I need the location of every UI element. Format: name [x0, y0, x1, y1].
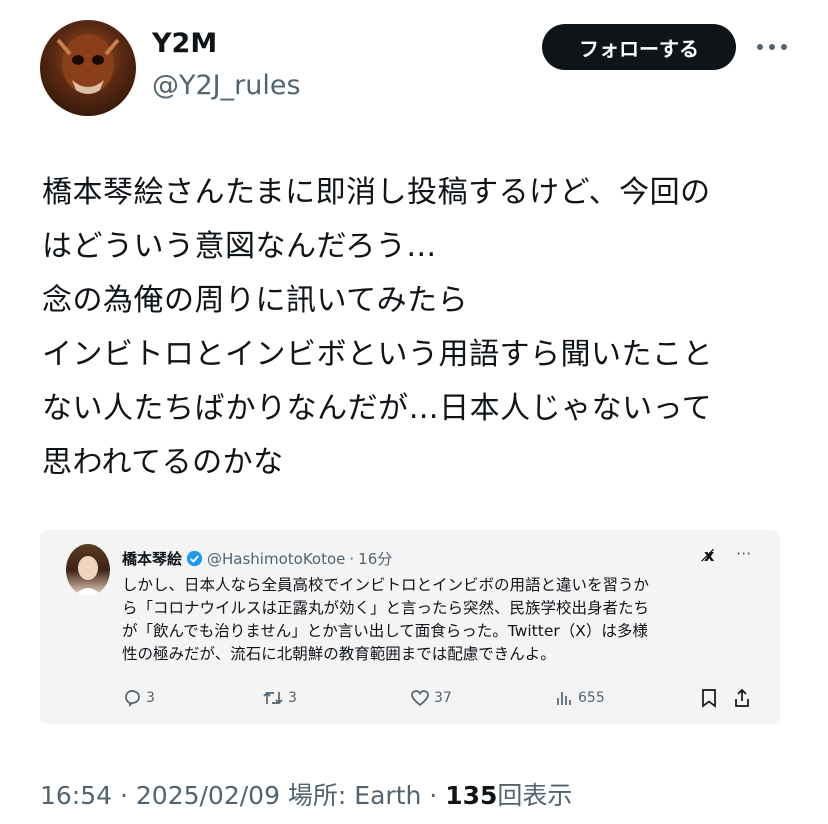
views-count: 655 [578, 690, 605, 706]
quoted-post-time: 16分 [358, 550, 393, 568]
tweet-text-line: はどういう意図なんだろう… [42, 229, 437, 264]
more-dots-icon [757, 44, 787, 50]
views-chart-icon [557, 692, 571, 705]
avatar-image [56, 34, 120, 94]
post-views-count: 135 [445, 781, 498, 810]
share-icon [735, 688, 749, 707]
quoted-reply-action: 3 [122, 688, 155, 708]
quoted-text-line: が「飲んでも治りません」とか言い出して面食らった。Twitter（X）は多様 [122, 622, 648, 640]
quoted-text-line: ら「コロナウイルスは正露丸が効く」と言ったら突然、民族学校出身者たち [122, 599, 650, 617]
follow-button[interactable]: フォローする [542, 24, 736, 70]
quoted-author-avatar [66, 544, 110, 596]
reply-icon [125, 690, 140, 708]
quoted-author-name: 橋本琴絵 [122, 550, 183, 568]
author-avatar[interactable] [40, 20, 136, 116]
bookmark-icon [702, 689, 716, 708]
quoted-like-action: 37 [410, 688, 452, 708]
quoted-bookmark-action [700, 688, 718, 708]
quoted-repost-action: 3 [262, 688, 297, 708]
quoted-action-bar: 3 3 37 655 [122, 688, 762, 712]
post-views-label: 回表示 [497, 781, 573, 810]
quoted-share-action [732, 688, 752, 708]
tweet-text-line: 念の為俺の周りに訊いてみたら [42, 283, 469, 318]
tweet-text-line: 橋本琴絵さんたまに即消し投稿するけど、今回の [42, 175, 711, 210]
quoted-author-handle: @HashimotoKotoe [207, 549, 346, 568]
tweet-text-line: 思われてるのかな [42, 445, 284, 480]
like-count: 37 [434, 690, 452, 706]
quoted-post-header: 橋本琴絵 @HashimotoKotoe · 16分 [122, 548, 392, 569]
quoted-views-action: 655 [554, 688, 605, 708]
post-timestamp-row: 16:54 · 2025/02/09 場所: Earth · 135回表示 [40, 776, 572, 812]
quoted-post-text: しかし、日本人なら全員高校でインビトロとインビボの用語と違いを習うか ら「コロナ… [122, 574, 772, 666]
heart-icon [411, 690, 429, 707]
reply-count: 3 [146, 690, 155, 706]
grok-icon: x̸ [704, 546, 715, 565]
quoted-text-line: 性の極みだが、流石に北朝鮮の教育範囲までは配慮できんよ。 [122, 645, 556, 663]
post-timestamp[interactable]: 16:54 · 2025/02/09 場所: Earth · [40, 781, 437, 810]
repost-count: 3 [288, 690, 297, 706]
author-handle[interactable]: @Y2J_rules [152, 70, 301, 101]
tweet-body: 橋本琴絵さんたまに即消し投稿するけど、今回の はどういう意図なんだろう… 念の為… [42, 166, 802, 490]
tweet-text-line: インビトロとインビボという用語すら聞いたこと [42, 337, 713, 372]
repost-icon [263, 691, 283, 705]
quoted-text-line: しかし、日本人なら全員高校でインビトロとインビボの用語と違いを習うか [122, 576, 650, 594]
author-display-name[interactable]: Y2M [152, 28, 217, 59]
verified-badge-icon [186, 550, 203, 567]
tweet-text-line: ない人たちばかりなんだが…日本人じゃないって [42, 391, 713, 426]
separator-dot: · [349, 549, 355, 568]
quoted-more-dots-icon: ··· [736, 544, 752, 563]
more-options-button[interactable] [752, 32, 792, 62]
quoted-post-image[interactable]: 橋本琴絵 @HashimotoKotoe · 16分 x̸ ··· しかし、日本… [40, 530, 780, 724]
